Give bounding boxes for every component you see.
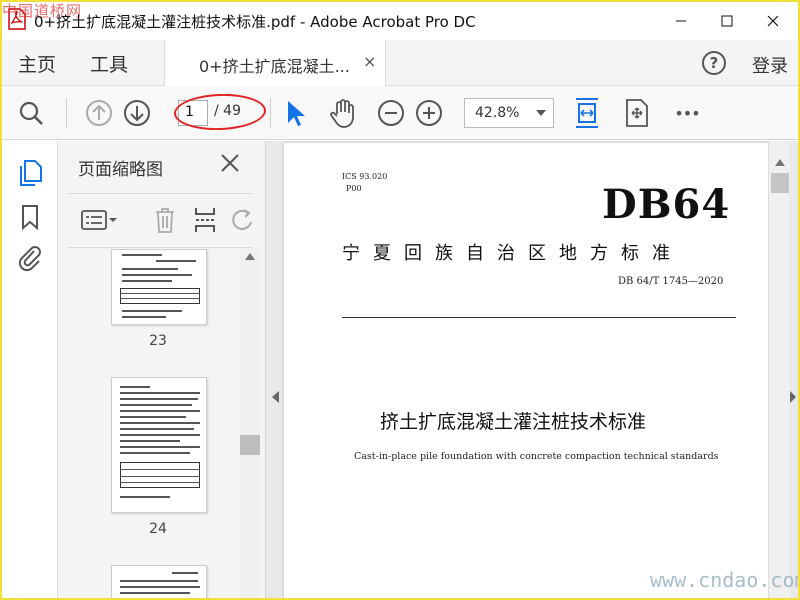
close-window-button[interactable] bbox=[750, 2, 796, 40]
hand-tool-button[interactable] bbox=[328, 98, 358, 128]
zoom-in-icon bbox=[416, 100, 442, 126]
document-title-en: Cast-in-place pile foundation with concr… bbox=[354, 451, 719, 462]
page-thumbnail[interactable] bbox=[111, 377, 207, 513]
title-bar: 中国道桥网 0+挤土扩底混凝土灌注桩技术标准.pdf - Adobe Acrob… bbox=[2, 2, 798, 40]
document-title-cn: 挤土扩底混凝土灌注桩技术标准 bbox=[380, 411, 647, 433]
tab-bar: 主页 工具 0+挤土扩底混凝土... × ? 登录 bbox=[2, 40, 798, 86]
zoom-out-icon bbox=[378, 100, 404, 126]
minimize-icon bbox=[676, 20, 686, 22]
login-button[interactable]: 登录 bbox=[752, 52, 788, 78]
window-title: 0+挤土扩底混凝土灌注桩技术标准.pdf - Adobe Acrobat Pro… bbox=[34, 13, 476, 31]
document-tab[interactable]: 0+挤土扩底混凝土... × bbox=[164, 40, 386, 86]
chevron-down-icon bbox=[536, 110, 546, 116]
toolbar: 1 / 49 42.8% ••• bbox=[2, 86, 798, 140]
close-icon bbox=[767, 15, 779, 27]
red-highlight-ellipse bbox=[173, 92, 267, 132]
pages-icon bbox=[20, 160, 42, 186]
scrollbar-handle[interactable] bbox=[240, 435, 260, 455]
thumbnail-page-number: 24 bbox=[149, 521, 167, 537]
insert-page-icon bbox=[195, 208, 215, 232]
zoom-out-button[interactable] bbox=[376, 98, 406, 128]
maximize-button[interactable] bbox=[704, 2, 750, 40]
next-page-button[interactable] bbox=[122, 98, 152, 128]
thumbnail-page-number: 23 bbox=[149, 333, 167, 349]
standard-organization: 宁夏回族自治区地方标准 bbox=[342, 243, 683, 264]
maximize-icon bbox=[721, 15, 733, 27]
pdf-page: ICS 93.020 P00 DB64 宁夏回族自治区地方标准 DB 64/T … bbox=[284, 143, 768, 598]
bookmark-icon bbox=[22, 205, 38, 230]
standard-code: DB64 bbox=[602, 181, 731, 228]
left-rail bbox=[2, 141, 58, 598]
watermark-bottom-right: www.cndao.com bbox=[650, 568, 800, 592]
fit-page-width-icon bbox=[576, 98, 598, 128]
hand-icon bbox=[330, 99, 354, 128]
rotate-icon bbox=[232, 209, 252, 230]
thumbnail-scrollbar[interactable] bbox=[240, 249, 260, 598]
trash-icon bbox=[156, 208, 174, 233]
header-rule bbox=[342, 317, 736, 318]
toolbar-separator bbox=[270, 98, 271, 128]
panel-divider bbox=[68, 247, 252, 248]
expand-page-icon bbox=[626, 99, 648, 127]
bookmarks-button[interactable] bbox=[16, 203, 44, 231]
ics-code: ICS 93.020 P00 bbox=[342, 171, 387, 195]
collapse-panel-icon[interactable] bbox=[272, 391, 279, 403]
ics-number: ICS 93.020 bbox=[342, 172, 388, 181]
fit-width-button[interactable] bbox=[572, 98, 602, 128]
panel-divider bbox=[68, 193, 252, 194]
full-screen-button[interactable] bbox=[622, 98, 652, 128]
zoom-level-value: 42.8% bbox=[475, 105, 520, 121]
attachments-button[interactable] bbox=[16, 245, 44, 273]
toolbar-separator bbox=[66, 98, 67, 128]
scrollbar-handle[interactable] bbox=[771, 173, 789, 193]
paperclip-icon bbox=[18, 246, 41, 272]
thumbnail-list: 23 24 bbox=[58, 249, 242, 598]
scroll-up-icon[interactable] bbox=[775, 159, 785, 166]
class-code: P00 bbox=[346, 184, 362, 193]
close-tab-icon[interactable]: × bbox=[363, 52, 376, 71]
select-tool-button[interactable] bbox=[280, 98, 310, 128]
rotate-page-button[interactable] bbox=[228, 205, 258, 235]
menu-tools[interactable]: 工具 bbox=[90, 50, 128, 77]
page-thumbnail[interactable] bbox=[111, 565, 207, 598]
minimize-button[interactable] bbox=[658, 2, 704, 40]
help-icon[interactable]: ? bbox=[702, 51, 726, 75]
standard-number: DB 64/T 1745—2020 bbox=[618, 276, 724, 287]
panel-title: 页面缩略图 bbox=[78, 160, 163, 180]
insert-page-button[interactable] bbox=[190, 205, 220, 235]
scroll-up-icon[interactable] bbox=[245, 253, 255, 260]
zoom-in-button[interactable] bbox=[414, 98, 444, 128]
app-window: 中国道桥网 0+挤土扩底混凝土灌注桩技术标准.pdf - Adobe Acrob… bbox=[0, 0, 800, 600]
previous-page-button[interactable] bbox=[84, 98, 114, 128]
document-tab-label: 0+挤土扩底混凝土... bbox=[199, 57, 350, 76]
cursor-arrow-icon bbox=[288, 101, 305, 126]
expand-right-panel-icon[interactable] bbox=[790, 391, 796, 403]
arrow-up-circle-icon bbox=[86, 100, 112, 126]
search-icon bbox=[19, 101, 43, 125]
search-button[interactable] bbox=[16, 98, 46, 128]
thumbnail-options-button[interactable] bbox=[80, 205, 120, 235]
page-thumbnail[interactable] bbox=[111, 249, 207, 325]
thumbnails-panel: 页面缩略图 23 24 bbox=[58, 141, 266, 598]
close-panel-icon[interactable] bbox=[220, 153, 240, 179]
arrow-down-circle-icon bbox=[124, 100, 150, 126]
delete-page-button[interactable] bbox=[150, 205, 180, 235]
document-viewer: ICS 93.020 P00 DB64 宁夏回族自治区地方标准 DB 64/T … bbox=[266, 141, 798, 598]
menu-home[interactable]: 主页 bbox=[18, 50, 56, 77]
list-options-icon bbox=[81, 210, 117, 230]
document-scrollbar[interactable] bbox=[768, 141, 790, 598]
page-thumbnails-button[interactable] bbox=[16, 159, 44, 187]
more-tools-icon[interactable]: ••• bbox=[672, 98, 702, 128]
